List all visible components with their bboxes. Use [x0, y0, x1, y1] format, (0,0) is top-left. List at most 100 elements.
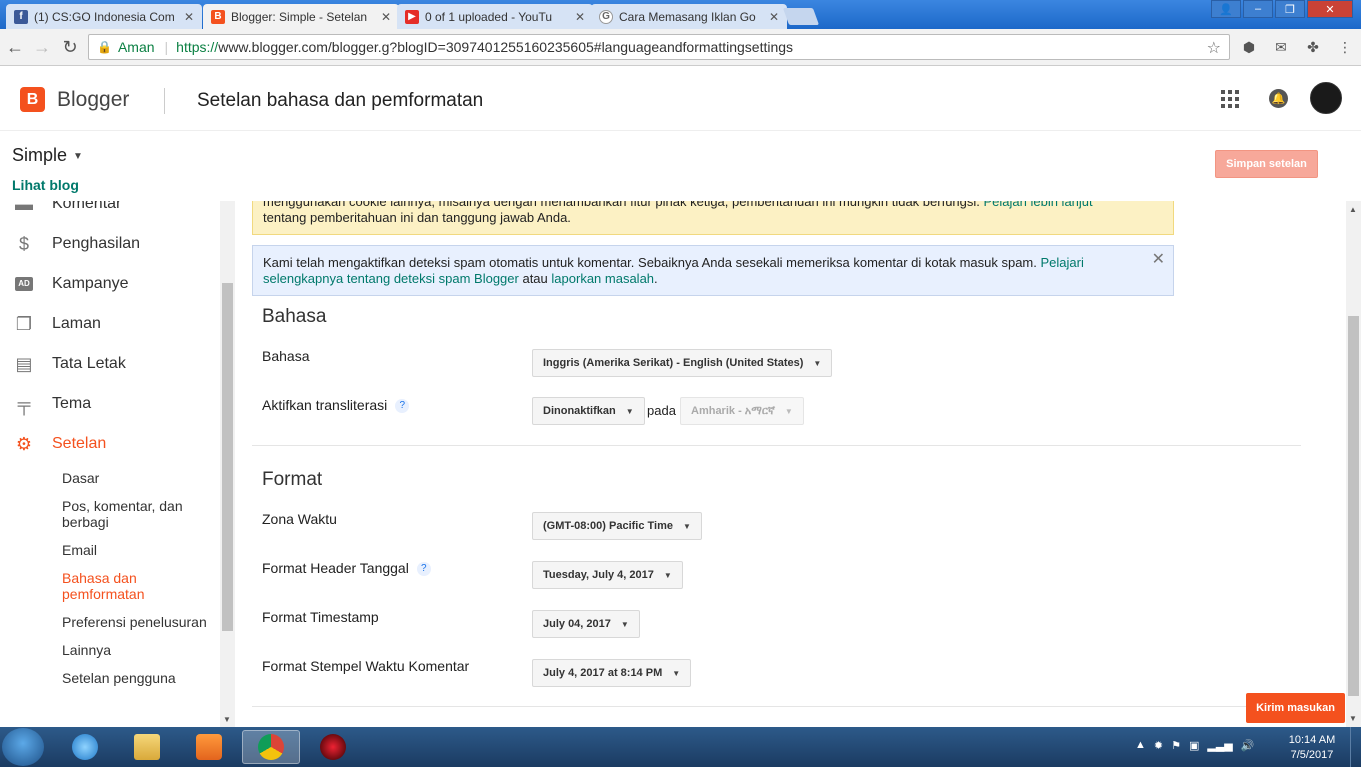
show-desktop-button[interactable]: [1350, 727, 1361, 767]
language-label: Bahasa: [262, 348, 310, 364]
transliteration-dropdown[interactable]: Dinonaktifkan ▼: [532, 397, 645, 425]
sidebar-item-comments[interactable]: ▬ Komentar: [0, 201, 220, 216]
avatar[interactable]: [1310, 82, 1342, 114]
pages-icon: ❐: [15, 313, 33, 334]
windows-start-icon[interactable]: [2, 728, 44, 766]
blog-name: Simple: [12, 145, 68, 165]
page-title: Setelan bahasa dan pemformatan: [197, 90, 484, 111]
scroll-down-arrow-icon[interactable]: ▼: [223, 715, 231, 724]
puzzle-extension-icon[interactable]: ✤: [1304, 39, 1322, 57]
close-icon[interactable]: ✕: [184, 10, 194, 24]
sidebar-subitem-basic[interactable]: Dasar: [62, 470, 212, 486]
scroll-down-arrow-icon[interactable]: ▼: [1349, 714, 1357, 723]
blog-selector[interactable]: Simple ▼: [12, 145, 83, 166]
media-player-taskbar-icon[interactable]: [180, 730, 238, 764]
windows-taskbar: ▲ ✹ ⚑ ▣ ▂▃▅ 🔊 10:14 AM 7/5/2017: [0, 727, 1361, 767]
browser-tab-youtube[interactable]: ▶ 0 of 1 uploaded - YouTu ✕: [397, 4, 593, 29]
apps-grid-icon[interactable]: [1221, 90, 1239, 108]
close-window-icon[interactable]: ✕: [1307, 0, 1353, 18]
ie-taskbar-icon[interactable]: [56, 730, 114, 764]
sidebar-subitem-posts[interactable]: Pos, komentar, dan berbagi: [62, 498, 212, 530]
help-icon[interactable]: ?: [395, 399, 410, 414]
date-header-dropdown[interactable]: Tuesday, July 4, 2017 ▼: [532, 561, 683, 589]
sidebar-item-settings[interactable]: ⚙ Setelan: [0, 432, 220, 456]
action-center-icon[interactable]: ⚑: [1171, 739, 1181, 752]
tray-app-icon[interactable]: ✹: [1154, 739, 1163, 752]
menu-icon[interactable]: ⋮: [1336, 39, 1354, 57]
timezone-dropdown[interactable]: (GMT-08:00) Pacific Time ▼: [532, 512, 702, 540]
sidebar-subitem-language[interactable]: Bahasa dan pemformatan: [62, 570, 212, 602]
sidebar-item-layout[interactable]: ▤ Tata Letak: [0, 352, 220, 376]
report-problem-link[interactable]: laporkan masalah: [551, 271, 654, 286]
language-dropdown[interactable]: Inggris (Amerika Serikat) - English (Uni…: [532, 349, 833, 377]
caret-down-icon: ▼: [813, 358, 822, 368]
reload-icon[interactable]: ↻: [60, 37, 80, 57]
sidebar-subitem-email[interactable]: Email: [62, 542, 212, 558]
scroll-up-arrow-icon[interactable]: ▲: [1349, 205, 1357, 214]
facebook-icon: f: [14, 9, 28, 24]
paint-roller-icon: ╤: [17, 393, 31, 414]
caret-down-icon: ▼: [73, 150, 83, 162]
explorer-taskbar-icon[interactable]: [118, 730, 176, 764]
extension-icon[interactable]: ⬢: [1240, 39, 1258, 57]
close-icon[interactable]: ✕: [769, 10, 779, 24]
new-tab-button[interactable]: [782, 8, 820, 25]
transliteration-label: Aktifkan transliterasi?: [262, 397, 410, 414]
sidebar-item-earnings[interactable]: $ Penghasilan: [0, 232, 220, 256]
taskbar-clock[interactable]: 10:14 AM 7/5/2017: [1282, 733, 1342, 763]
caret-down-icon: ▼: [663, 570, 672, 580]
main-scrollbar[interactable]: ▲ ▼: [1346, 201, 1361, 727]
back-icon[interactable]: ←: [5, 37, 25, 57]
user-icon[interactable]: 👤: [1211, 0, 1241, 18]
tab-title: Cara Memasang Iklan Go: [619, 9, 756, 24]
sidebar-item-campaigns[interactable]: AD Kampanye: [0, 272, 220, 296]
scrollbar-thumb[interactable]: [222, 283, 233, 631]
tray-device-icon[interactable]: ▣: [1189, 739, 1199, 752]
help-icon[interactable]: ?: [416, 562, 431, 577]
browser-tab-facebook[interactable]: f (1) CS:GO Indonesia Com ✕: [6, 4, 202, 29]
browser-tab-blogger[interactable]: B Blogger: Simple - Setelan ✕: [203, 4, 399, 29]
blogger-logo-icon[interactable]: B: [20, 87, 45, 112]
comment-icon: ▬: [15, 201, 33, 214]
caret-down-icon: ▼: [620, 619, 629, 629]
learn-more-link[interactable]: Pelajari lebih lanjut: [984, 201, 1093, 209]
sidebar-subitem-user[interactable]: Setelan pengguna: [62, 670, 212, 686]
close-icon[interactable]: ✕: [1152, 252, 1165, 268]
transliteration-language-dropdown[interactable]: Amharik - አማርኛ ▼: [680, 397, 804, 425]
layout-icon: ▤: [15, 353, 33, 374]
scrollbar-thumb[interactable]: [1348, 316, 1359, 696]
gear-icon: ⚙: [15, 433, 33, 454]
cookie-notice: menggunakan cookie lainnya, misalnya den…: [252, 201, 1174, 235]
lock-icon: 🔒: [97, 40, 112, 54]
sidebar: ▬ Komentar $ Penghasilan AD Kampanye ❐ L…: [0, 201, 235, 727]
address-bar[interactable]: 🔒 Aman | https:// www.blogger.com/blogge…: [88, 34, 1230, 60]
show-hidden-icons-icon[interactable]: ▲: [1135, 739, 1146, 752]
close-icon[interactable]: ✕: [575, 10, 585, 24]
view-blog-link[interactable]: Lihat blog: [12, 177, 79, 193]
chrome-taskbar-icon[interactable]: [242, 730, 300, 764]
caret-down-icon: ▼: [784, 406, 793, 416]
timezone-label: Zona Waktu: [262, 511, 337, 527]
youtube-icon: ▶: [405, 9, 419, 24]
timestamp-dropdown[interactable]: July 04, 2017 ▼: [532, 610, 640, 638]
browser-tab-google[interactable]: G Cara Memasang Iklan Go ✕: [591, 4, 787, 29]
send-feedback-button[interactable]: Kirim masukan: [1246, 693, 1345, 723]
sidebar-subitem-search[interactable]: Preferensi penelusuran: [62, 614, 212, 630]
maximize-icon[interactable]: ❐: [1275, 0, 1305, 18]
minimize-icon[interactable]: –: [1243, 0, 1273, 18]
spam-notice: Kami telah mengaktifkan deteksi spam oto…: [252, 245, 1174, 296]
forward-icon[interactable]: →: [32, 37, 52, 57]
notification-bell-icon[interactable]: 🔔: [1269, 89, 1288, 108]
sidebar-scrollbar[interactable]: ▼: [220, 201, 235, 727]
comment-timestamp-dropdown[interactable]: July 4, 2017 at 8:14 PM ▼: [532, 659, 692, 687]
sidebar-subitem-other[interactable]: Lainnya: [62, 642, 212, 658]
sidebar-item-theme[interactable]: ╤ Tema: [0, 392, 220, 416]
star-icon[interactable]: ☆: [1207, 38, 1221, 58]
save-settings-button[interactable]: Simpan setelan: [1215, 150, 1318, 178]
close-icon[interactable]: ✕: [381, 10, 391, 24]
volume-icon[interactable]: 🔊: [1241, 739, 1255, 752]
mail-extension-icon[interactable]: ✉: [1272, 39, 1290, 57]
game-taskbar-icon[interactable]: [304, 730, 362, 764]
sidebar-item-pages[interactable]: ❐ Laman: [0, 312, 220, 336]
network-icon[interactable]: ▂▃▅: [1207, 739, 1232, 752]
